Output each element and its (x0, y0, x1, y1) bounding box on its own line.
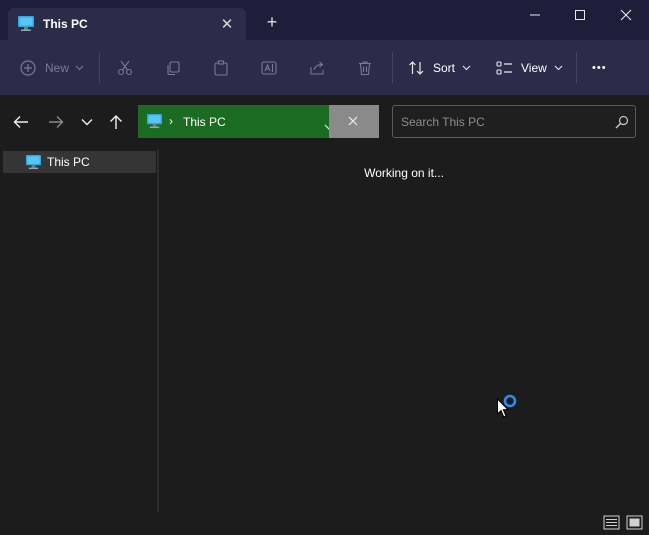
recent-locations-button[interactable] (76, 112, 98, 132)
share-icon (310, 61, 324, 75)
status-bar (0, 512, 649, 535)
toolbar-separator (99, 52, 100, 83)
computer-icon (146, 113, 163, 134)
view-list-icon (496, 60, 512, 75)
chevron-down-icon (75, 65, 84, 70)
paste-icon (214, 59, 228, 76)
tab-title: This PC (43, 17, 88, 31)
maximize-button[interactable] (557, 0, 603, 30)
sidebar-item-label: This PC (47, 155, 90, 169)
chevron-down-icon (81, 119, 93, 126)
new-button-label: New (45, 60, 70, 75)
chevron-down-icon (554, 65, 563, 70)
copy-button[interactable] (165, 40, 181, 95)
search-icon[interactable] (615, 115, 629, 129)
title-bar: This PC ✕ + (0, 0, 649, 40)
arrow-right-icon (49, 116, 64, 128)
cut-button[interactable] (117, 40, 133, 95)
see-more-button[interactable]: ••• (592, 40, 607, 95)
new-button[interactable]: New (20, 40, 84, 95)
forward-button[interactable] (45, 112, 67, 132)
copy-icon (167, 60, 180, 75)
view-button[interactable]: View (496, 40, 563, 95)
cut-icon (117, 60, 133, 75)
computer-icon (17, 15, 35, 37)
address-bar[interactable]: › This PC (138, 105, 379, 138)
minimize-button[interactable] (512, 0, 558, 30)
details-view-button[interactable] (603, 515, 620, 530)
chevron-down-icon (462, 65, 471, 70)
more-options-icon: ••• (592, 61, 607, 74)
back-button[interactable] (10, 112, 32, 132)
tab-close-button[interactable]: ✕ (217, 14, 237, 34)
paste-button[interactable] (213, 40, 229, 95)
share-button[interactable] (309, 40, 325, 95)
search-input[interactable] (401, 112, 601, 132)
toolbar-separator (576, 52, 577, 83)
sort-button-label: Sort (433, 60, 456, 75)
close-window-button[interactable] (603, 0, 649, 30)
arrow-left-icon (13, 116, 28, 128)
computer-icon (25, 154, 42, 175)
arrow-up-icon (110, 115, 122, 129)
details-view-icon (603, 515, 620, 530)
breadcrumb-separator[interactable]: › (169, 114, 173, 128)
plus-circle-icon (20, 59, 36, 76)
rename-icon (261, 60, 277, 75)
close-icon (620, 9, 632, 21)
content-pane: Working on it... (159, 149, 649, 512)
navigation-pane: This PC (0, 149, 157, 512)
minimize-icon (530, 14, 540, 16)
view-button-label: View (521, 60, 547, 75)
maximize-icon (575, 10, 585, 20)
delete-button[interactable] (357, 40, 373, 95)
new-tab-button[interactable]: + (262, 12, 282, 32)
breadcrumb-this-pc[interactable]: This PC (183, 115, 226, 129)
close-icon (348, 116, 358, 126)
sort-icon (409, 60, 424, 75)
large-icons-view-button[interactable] (626, 515, 643, 530)
search-box[interactable] (392, 105, 636, 138)
command-bar: New Sort View ••• (0, 40, 649, 95)
sort-button[interactable]: Sort (408, 40, 471, 95)
sidebar-item-this-pc[interactable]: This PC (3, 151, 156, 173)
large-icons-view-icon (626, 515, 643, 530)
up-button[interactable] (105, 112, 127, 132)
loading-message: Working on it... (364, 166, 444, 180)
trash-icon (359, 60, 371, 75)
rename-button[interactable] (261, 40, 277, 95)
tab-this-pc[interactable]: This PC ✕ (8, 8, 246, 40)
address-clear-button[interactable] (329, 105, 379, 138)
toolbar-separator (392, 52, 393, 83)
busy-cursor-icon (497, 394, 517, 418)
